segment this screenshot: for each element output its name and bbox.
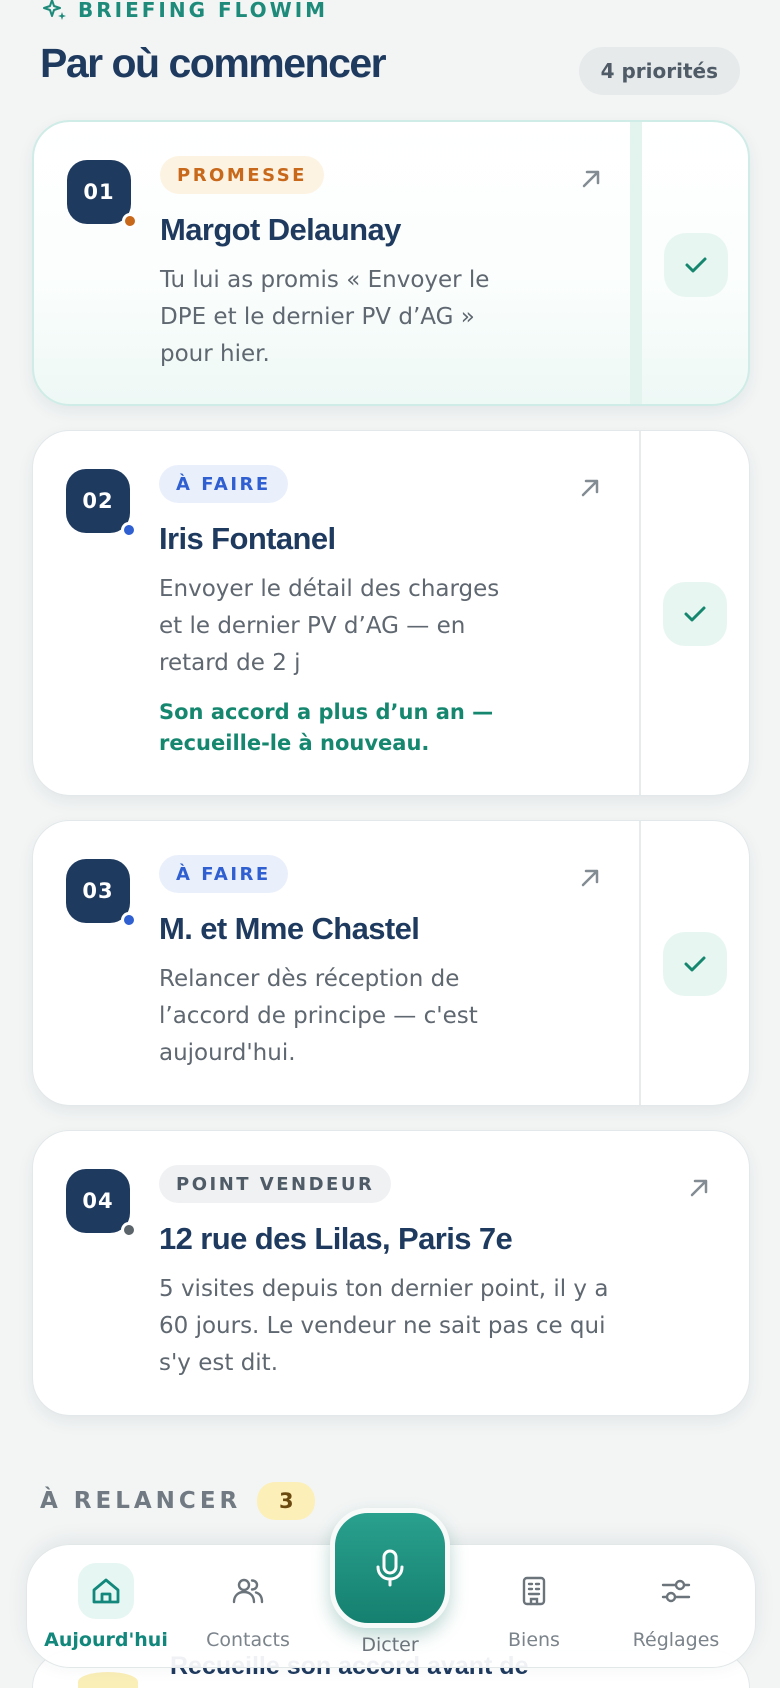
nav-properties-label: Biens (508, 1629, 560, 1651)
contact-name[interactable]: M. et Mme Chastel (159, 911, 420, 947)
microphone-icon (376, 1549, 404, 1587)
priority-card-3[interactable]: 03 À FAIRE M. et Mme Chastel Relancer dè… (32, 820, 750, 1106)
vendor-tag: POINT VENDEUR (159, 1165, 392, 1203)
followup-label: À RELANCER (40, 1488, 242, 1514)
mark-done-button[interactable] (664, 233, 728, 297)
task-description: Relancer dès réception de l’accord de pr… (159, 966, 478, 1066)
promise-tag: PROMESSE (160, 156, 324, 194)
check-icon (684, 956, 706, 972)
task-description: Tu lui as promis « Envoyer le DPE et le … (160, 267, 490, 367)
check-icon (684, 606, 706, 622)
priority-card-1[interactable]: 01 PROMESSE Margot Delaunay Tu lui as pr… (32, 120, 750, 406)
nav-home[interactable]: Aujourd'hui (41, 1545, 171, 1669)
nav-properties[interactable]: Biens (469, 1545, 599, 1669)
open-arrow-icon[interactable] (575, 863, 605, 893)
followup-section-header: À RELANCER 3 (40, 1482, 316, 1520)
sparkle-icon (43, 0, 66, 20)
sliders-icon (661, 1579, 691, 1603)
nav-contacts-label: Contacts (206, 1629, 290, 1651)
building-icon (522, 1576, 546, 1606)
mark-done-button[interactable] (663, 582, 727, 646)
card-divider (639, 431, 641, 795)
contact-name[interactable]: Margot Delaunay (160, 212, 401, 248)
consent-note: Son accord a plus d’un an — recueille-le… (159, 700, 494, 755)
nav-settings-label: Réglages (632, 1629, 720, 1651)
open-arrow-icon[interactable] (576, 164, 606, 194)
followup-avatar (78, 1672, 138, 1688)
todo-tag: À FAIRE (159, 855, 288, 893)
status-dot (122, 213, 138, 229)
nav-home-label: Aujourd'hui (44, 1629, 168, 1651)
card-divider (639, 821, 641, 1105)
mark-done-button[interactable] (663, 932, 727, 996)
nav-contacts[interactable]: Contacts (183, 1545, 313, 1669)
nav-dictate-label: Dicter (361, 1634, 419, 1656)
priority-number: 04 (66, 1169, 137, 1238)
nav-settings[interactable]: Réglages (611, 1545, 741, 1669)
briefing-eyebrow: BRIEFING FLOWIM (42, 0, 329, 22)
priority-card-2[interactable]: 02 À FAIRE Iris Fontanel Envoyer le déta… (32, 430, 750, 796)
home-icon (92, 1578, 120, 1604)
status-dot (121, 522, 137, 538)
task-description: Envoyer le détail des charges et le dern… (159, 576, 500, 676)
priority-number: 02 (66, 469, 137, 538)
check-icon (685, 257, 707, 273)
priority-count-badge: 4 priorités (578, 47, 740, 95)
contact-name[interactable]: Iris Fontanel (159, 521, 336, 557)
property-address[interactable]: 12 rue des Lilas, Paris 7e (159, 1221, 513, 1257)
todo-tag: À FAIRE (159, 465, 288, 503)
dictate-button[interactable] (330, 1508, 450, 1628)
status-dot (121, 1222, 137, 1238)
priority-number: 03 (66, 859, 137, 928)
task-description: 5 visites depuis ton dernier point, il y… (159, 1276, 609, 1376)
priority-number: 01 (67, 160, 138, 229)
card-divider (630, 122, 642, 404)
followup-count-badge: 3 (257, 1482, 316, 1520)
priority-card-4[interactable]: 04 POINT VENDEUR 12 rue des Lilas, Paris… (32, 1130, 750, 1416)
open-arrow-icon[interactable] (684, 1173, 714, 1203)
eyebrow-label: BRIEFING FLOWIM (78, 0, 329, 22)
contacts-icon (232, 1578, 264, 1604)
open-arrow-icon[interactable] (575, 473, 605, 503)
status-dot (121, 912, 137, 928)
page-title: Par où commencer (40, 40, 387, 86)
